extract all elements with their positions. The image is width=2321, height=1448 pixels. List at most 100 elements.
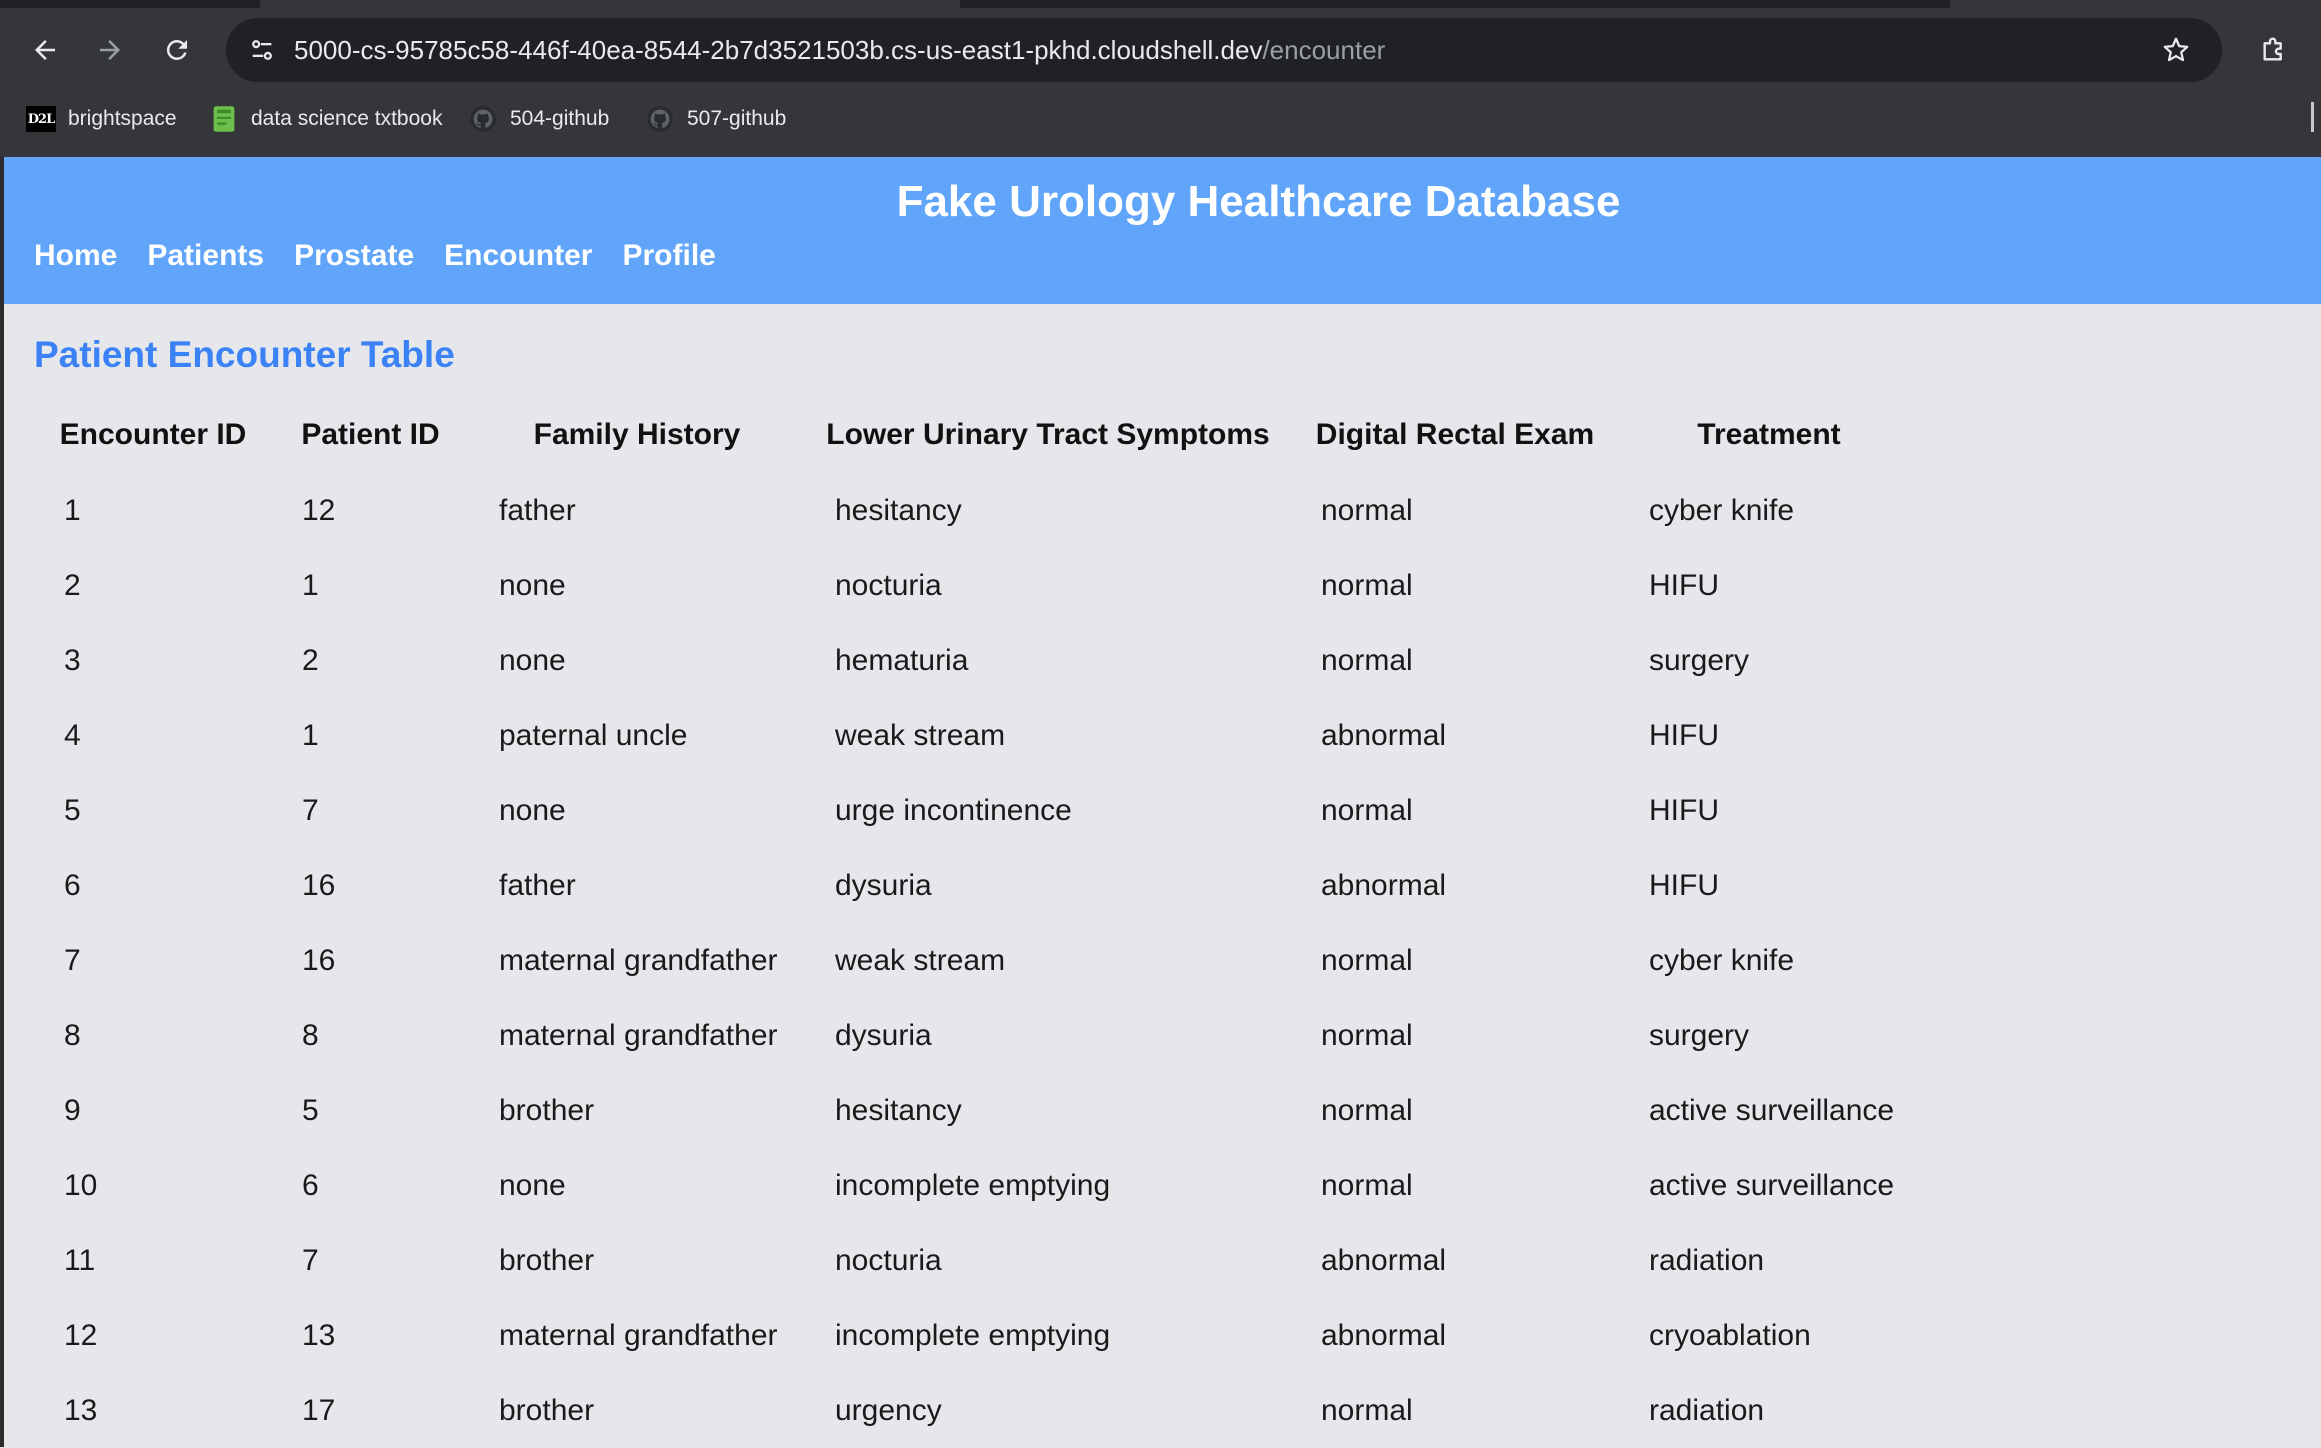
cell-patient-id: 7: [302, 1243, 319, 1277]
bookmark-brightspace[interactable]: D2L brightspace: [26, 96, 177, 142]
page-viewport: Fake Urology Healthcare Database Home Pa…: [4, 157, 2321, 1447]
reload-icon: [166, 39, 187, 60]
cell-digital-rectal-exam: normal: [1321, 1093, 1413, 1127]
column-header-encounter-id: Encounter ID: [59, 418, 247, 451]
cell-luts: urge incontinence: [835, 793, 1072, 827]
cell-family-history: maternal grandfather: [499, 1318, 778, 1352]
table-body: 1 12 father hesitancy normal cyber knife 2 1 non…: [34, 473, 1919, 1448]
cell-patient-id: 17: [302, 1393, 336, 1427]
column-header-luts: Lower Urinary Tract Symptoms: [826, 418, 1270, 451]
tab-strip-edge: [0, 0, 2321, 8]
nav-link-home[interactable]: Home: [34, 231, 117, 281]
cell-patient-id: 16: [302, 868, 336, 902]
cell-digital-rectal-exam: abnormal: [1321, 868, 1447, 902]
cell-treatment: cyber knife: [1649, 943, 1795, 977]
cell-patient-id: 5: [302, 1093, 319, 1127]
cell-luts: hesitancy: [835, 493, 962, 527]
table-row: 12 13 maternal grandfather incomplete empty…: [34, 1298, 1919, 1373]
url-host: 5000-cs-95785c58-446f-40ea-8544-2b7d3521…: [294, 35, 1263, 65]
cell-luts: dysuria: [835, 1018, 932, 1052]
cell-luts: hematuria: [835, 643, 969, 677]
cell-digital-rectal-exam: normal: [1321, 568, 1413, 602]
cell-encounter-id: 11: [64, 1243, 96, 1277]
cell-family-history: none: [499, 1168, 566, 1202]
cell-treatment: cyber knife: [1649, 493, 1795, 527]
arrow-left-icon: [35, 40, 55, 60]
forward-button[interactable]: [86, 26, 134, 74]
extensions-button[interactable]: [2250, 26, 2298, 74]
cell-luts: incomplete emptying: [835, 1168, 1111, 1202]
bookmark-label: brightspace: [68, 107, 177, 130]
bookmark-label: 507-github: [687, 107, 787, 130]
table-row: 3 2 none hematuria normal surgery: [34, 623, 1919, 698]
cell-encounter-id: 13: [64, 1393, 98, 1427]
cell-digital-rectal-exam: normal: [1321, 793, 1413, 827]
table-row: 8 8 maternal grandfather dysuria normal surge…: [34, 998, 1919, 1073]
address-bar[interactable]: 5000-cs-95785c58-446f-40ea-8544-2b7d3521…: [226, 18, 2222, 82]
bookmark-507-github[interactable]: 507-github: [645, 96, 786, 142]
browser-chrome: 5000-cs-95785c58-446f-40ea-8544-2b7d3521…: [0, 0, 2321, 157]
nav-link-patients[interactable]: Patients: [147, 231, 264, 281]
table-row: 10 6 none incomplete emptying normal active s…: [34, 1148, 1919, 1223]
cell-encounter-id: 5: [64, 793, 81, 827]
cell-luts: nocturia: [835, 1243, 942, 1277]
cell-family-history: maternal grandfather: [499, 1018, 778, 1052]
cell-family-history: father: [499, 868, 576, 902]
tab-segment: [1950, 0, 2321, 8]
site-title: Fake Urology Healthcare Database: [896, 177, 1621, 226]
bookmark-data-science-txtbook[interactable]: data science txtbook: [209, 96, 442, 142]
cell-family-history: none: [499, 793, 566, 827]
back-button[interactable]: [21, 26, 69, 74]
cell-digital-rectal-exam: normal: [1321, 1018, 1413, 1052]
cell-family-history: brother: [499, 1243, 595, 1277]
encounter-table: Encounter ID Patient ID Family History L…: [34, 397, 1919, 1448]
tab-segment: [260, 0, 960, 8]
cell-treatment: radiation: [1649, 1243, 1765, 1277]
cell-encounter-id: 9: [64, 1093, 81, 1127]
puzzle-icon: [2263, 37, 2282, 61]
cell-luts: incomplete emptying: [835, 1318, 1111, 1352]
cell-digital-rectal-exam: normal: [1321, 1168, 1413, 1202]
cell-treatment: active surveillance: [1649, 1093, 1895, 1127]
bookmark-label: data science txtbook: [251, 107, 443, 130]
cell-digital-rectal-exam: normal: [1321, 643, 1413, 677]
cell-patient-id: 2: [302, 643, 319, 677]
cell-digital-rectal-exam: normal: [1321, 493, 1413, 527]
cell-patient-id: 1: [302, 718, 319, 752]
nav-link-encounter[interactable]: Encounter: [444, 231, 592, 281]
github-icon: [645, 104, 675, 134]
cell-patient-id: 8: [302, 1018, 319, 1052]
cell-patient-id: 12: [302, 493, 336, 527]
tune-icon: [252, 40, 272, 60]
cell-family-history: maternal grandfather: [499, 943, 778, 977]
cell-encounter-id: 8: [64, 1018, 81, 1052]
site-info-button[interactable]: [240, 28, 284, 72]
table-row: 5 7 none urge incontinence normal HIFU: [34, 773, 1919, 848]
cell-family-history: paternal uncle: [499, 718, 688, 752]
cell-luts: hesitancy: [835, 1093, 962, 1127]
cell-treatment: HIFU: [1649, 793, 1719, 827]
cell-treatment: cryoablation: [1649, 1318, 1811, 1352]
cell-encounter-id: 12: [64, 1318, 98, 1352]
cell-patient-id: 7: [302, 793, 319, 827]
bookmark-star-button[interactable]: [2152, 26, 2200, 74]
nav-link-prostate[interactable]: Prostate: [294, 231, 414, 281]
reload-button[interactable]: [153, 26, 201, 74]
cell-family-history: brother: [499, 1093, 595, 1127]
bookmark-504-github[interactable]: 504-github: [468, 96, 609, 142]
cell-encounter-id: 4: [64, 718, 81, 752]
d2l-icon: D2L: [26, 104, 56, 134]
bookmarks-bar: D2L brightspace data science txtbook 504…: [0, 96, 2321, 142]
cell-digital-rectal-exam: abnormal: [1321, 1318, 1447, 1352]
section-title: Patient Encounter Table: [34, 334, 455, 375]
column-header-family-history: Family History: [533, 418, 741, 451]
cell-family-history: brother: [499, 1393, 595, 1427]
cell-digital-rectal-exam: normal: [1321, 943, 1413, 977]
cell-family-history: father: [499, 493, 576, 527]
column-header-treatment: Treatment: [1697, 418, 1841, 451]
url-text[interactable]: 5000-cs-95785c58-446f-40ea-8544-2b7d3521…: [294, 18, 1385, 82]
cell-treatment: HIFU: [1649, 868, 1719, 902]
table-row: 7 16 maternal grandfather weak stream normal…: [34, 923, 1919, 998]
cell-treatment: radiation: [1649, 1393, 1765, 1427]
nav-link-profile[interactable]: Profile: [622, 231, 715, 281]
